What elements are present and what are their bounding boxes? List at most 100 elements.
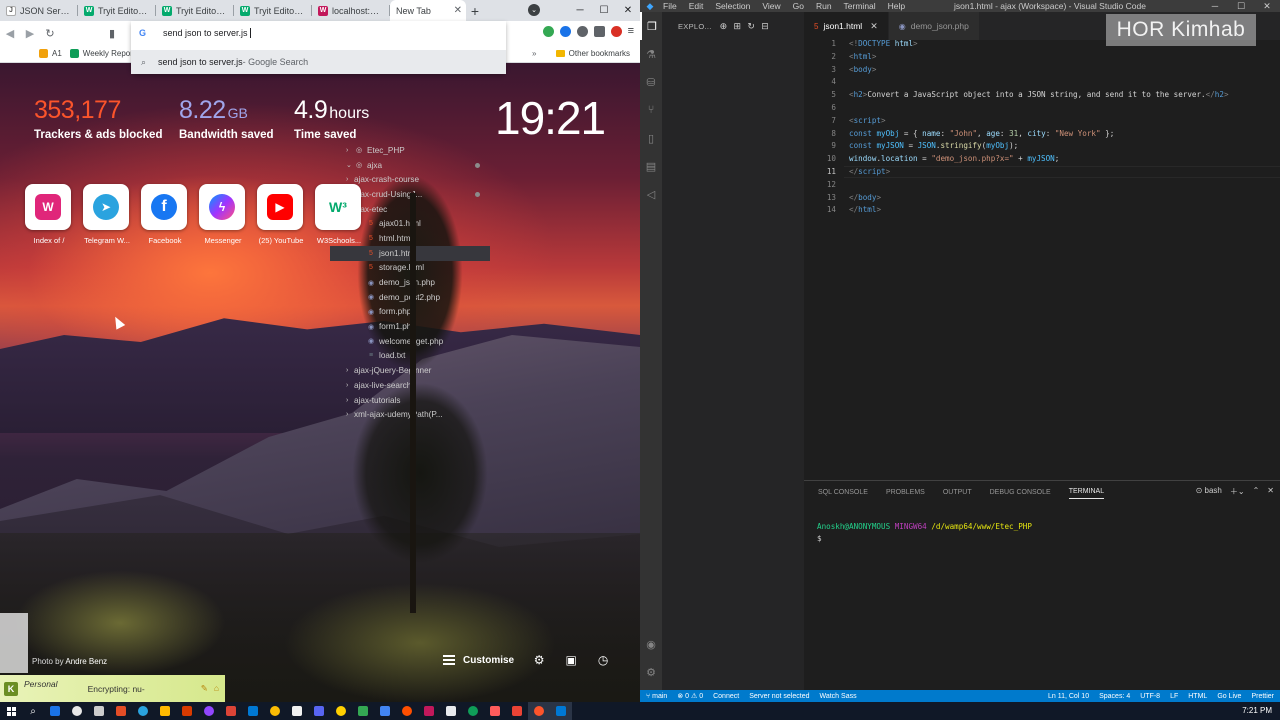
panel-tab-debug-console[interactable]: DEBUG CONSOLE [990, 489, 1051, 496]
code-editor[interactable]: 1 <!DOCTYPE html> 2 <html> 3 <body> 4 5 <h2>Conv… [804, 39, 1280, 480]
forward-icon[interactable]: ▶ [20, 27, 40, 40]
encoding-status[interactable]: UTF-8 [1140, 693, 1160, 700]
address-bar-dropdown[interactable]: G send json to server.js ⌕ send json to … [131, 21, 506, 74]
taskbar-app-icon[interactable] [264, 702, 286, 720]
taskbar-app-icon[interactable] [198, 702, 220, 720]
bookmarks-overflow-icon[interactable]: » [532, 49, 536, 58]
taskbar-app-icon[interactable] [66, 702, 88, 720]
browser-tab[interactable]: J JSON Server [0, 0, 78, 21]
other-bookmarks[interactable]: Other bookmarks [555, 49, 630, 58]
device-icon[interactable]: ▯ [640, 124, 662, 152]
taskbar-app-icon[interactable] [308, 702, 330, 720]
gear-icon[interactable]: ⚙ [532, 653, 546, 667]
editor-tab[interactable]: ◉ demo_json.php [888, 12, 980, 40]
taskbar-app-icon[interactable] [440, 702, 462, 720]
tree-folder[interactable]: › ◎ Etec_PHP [330, 143, 490, 158]
taskbar-app-icon[interactable] [110, 702, 132, 720]
branch-status[interactable]: ⑂ main [646, 693, 667, 700]
remote-icon[interactable]: ◁ [640, 180, 662, 208]
taskbar-app-icon[interactable] [396, 702, 418, 720]
top-site-tile[interactable]: ➤ Telegram W... [83, 184, 131, 245]
tree-folder[interactable]: ⌄ ◎ ajxa [330, 158, 490, 173]
new-terminal-icon[interactable]: ＋⌄ [1230, 486, 1245, 497]
photo-author-link[interactable]: Andre Benz [65, 657, 107, 666]
customise-button[interactable]: Customise [443, 655, 514, 666]
taskbar-app-icon[interactable] [330, 702, 352, 720]
home-icon[interactable]: ⌂ [214, 683, 219, 694]
maximize-icon[interactable]: ☐ [592, 0, 616, 21]
browser-tab[interactable]: New Tab ✕ [390, 0, 466, 21]
language-status[interactable]: HTML [1188, 693, 1207, 700]
browser-tab[interactable]: W Tryit Editor v3.6 [156, 0, 234, 21]
taskbar-app-icon[interactable] [462, 702, 484, 720]
top-site-tile[interactable]: W³ W3Schools... [315, 184, 363, 245]
panel-tab-sql-console[interactable]: SQL CONSOLE [818, 489, 868, 496]
address-bar[interactable]: G send json to server.js [131, 21, 506, 45]
top-site-tile[interactable]: f Facebook [141, 184, 189, 245]
connect-status[interactable]: Connect [713, 693, 739, 700]
taskbar-app-icon[interactable] [352, 702, 374, 720]
taskbar-app-icon[interactable] [220, 702, 242, 720]
server-status[interactable]: Server not selected [749, 693, 809, 700]
history-icon[interactable]: ◷ [596, 653, 610, 667]
minimize-icon[interactable]: ─ [568, 0, 592, 21]
taskbar-app-icon[interactable] [44, 702, 66, 720]
database-icon[interactable]: ⛁ [640, 68, 662, 96]
back-icon[interactable]: ◀ [0, 27, 20, 40]
terminal-shell-selector[interactable]: ⊙ bash [1196, 486, 1222, 497]
taskbar-app-icon[interactable] [528, 702, 550, 720]
go-live-status[interactable]: Go Live [1217, 693, 1241, 700]
tab-close-icon[interactable]: ✕ [454, 5, 462, 16]
cursor-position-status[interactable]: Ln 11, Col 10 [1048, 693, 1089, 700]
pen-icon[interactable]: ✎ [201, 683, 208, 694]
collapse-all-icon[interactable]: ⊟ [761, 21, 769, 32]
taskbar-app-icon[interactable] [176, 702, 198, 720]
taskbar-search-icon[interactable]: ⌕ [22, 702, 44, 720]
editor-tab[interactable]: 5 json1.html ✕ [804, 12, 889, 40]
indentation-status[interactable]: Spaces: 4 [1099, 693, 1130, 700]
new-tab-plus-icon[interactable]: + [466, 0, 484, 21]
top-site-tile[interactable]: W Index of / [25, 184, 73, 245]
extensions-puzzle-icon[interactable] [593, 25, 605, 37]
taskbar-app-icon[interactable] [484, 702, 506, 720]
menu-help[interactable]: Help [888, 1, 905, 11]
source-control-icon[interactable]: ⑂ [640, 96, 662, 124]
explorer-icon[interactable]: ❐ [640, 12, 662, 40]
tab-close-icon[interactable]: ✕ [870, 21, 878, 32]
extension-shield-icon[interactable] [559, 25, 571, 37]
taskbar-app-icon[interactable] [88, 702, 110, 720]
top-site-tile[interactable]: ϟ Messenger [199, 184, 247, 245]
maximize-icon[interactable]: ☐ [1228, 0, 1254, 12]
taskbar-app-icon[interactable] [286, 702, 308, 720]
panel-tab-problems[interactable]: PROBLEMS [886, 489, 925, 496]
new-folder-icon[interactable]: ⊞ [734, 21, 742, 32]
tab-search-icon[interactable]: ⌄ [528, 4, 540, 16]
windows-start-button[interactable] [0, 702, 22, 720]
account-icon[interactable]: ◉ [640, 630, 662, 658]
taskbar-app-icon[interactable] [154, 702, 176, 720]
extension-chrome-icon[interactable] [542, 25, 554, 37]
settings-gear-icon[interactable]: ⚙ [640, 658, 662, 686]
menu-run[interactable]: Run [816, 1, 832, 11]
extensions-icon[interactable]: ▤ [640, 152, 662, 180]
menu-go[interactable]: Go [793, 1, 804, 11]
prettier-status[interactable]: Prettier [1251, 693, 1274, 700]
menu-view[interactable]: View [762, 1, 780, 11]
browser-tab[interactable]: W Tryit Editor v3.6 [234, 0, 312, 21]
taskbar-app-icon[interactable] [242, 702, 264, 720]
taskbar-app-icon[interactable] [506, 702, 528, 720]
close-icon[interactable]: ✕ [616, 0, 640, 21]
watch-sass-status[interactable]: Watch Sass [820, 693, 857, 700]
refresh-icon[interactable]: ↻ [747, 21, 755, 32]
bookmark-icon[interactable]: ▮ [102, 27, 122, 40]
browser-tab[interactable]: W Tryit Editor v3.6 [78, 0, 156, 21]
taskbar-app-icon[interactable] [132, 702, 154, 720]
menu-selection[interactable]: Selection [715, 1, 750, 11]
new-file-icon[interactable]: ⊕ [720, 21, 728, 32]
reload-icon[interactable]: ↻ [40, 27, 60, 40]
extension-brave-icon[interactable] [610, 25, 622, 37]
minimize-icon[interactable]: ─ [1202, 0, 1228, 12]
taskbar-app-icon[interactable] [418, 702, 440, 720]
close-panel-icon[interactable]: ✕ [1267, 486, 1274, 497]
panel-tab-terminal[interactable]: TERMINAL [1068, 488, 1105, 499]
